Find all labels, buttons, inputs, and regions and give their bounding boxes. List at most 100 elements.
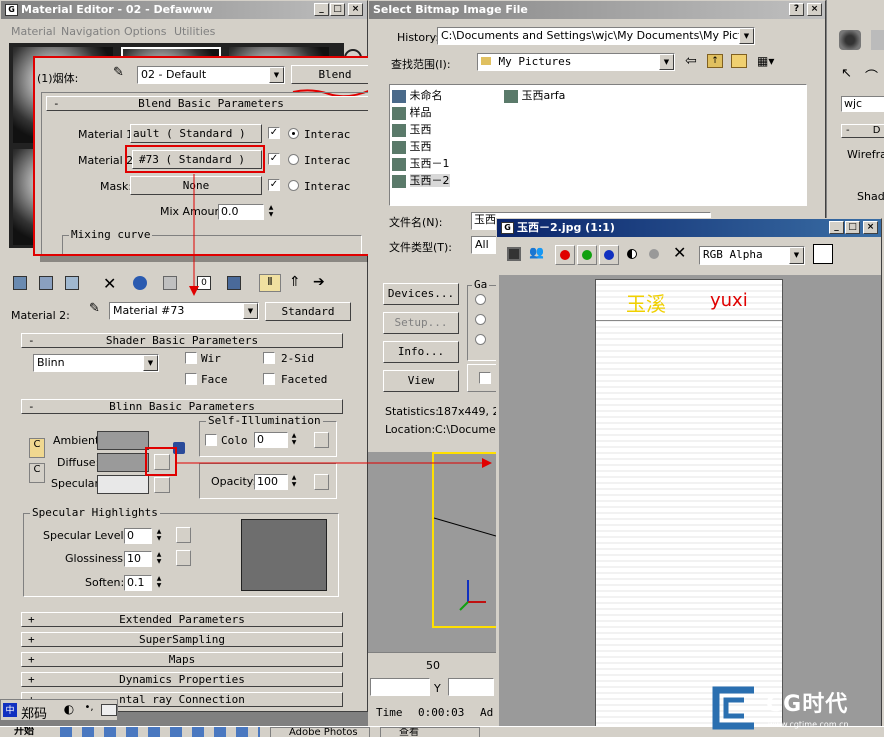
modify-tab-icon[interactable]: ⌒ (865, 66, 878, 85)
maximize-button[interactable]: □ (330, 3, 345, 16)
blue-channel-button[interactable] (599, 245, 619, 265)
blend-type-button[interactable]: Blend (291, 65, 379, 84)
specular-color-swatch[interactable] (97, 475, 149, 494)
lock-specular-button[interactable]: C (29, 463, 45, 483)
lock-icon[interactable] (173, 442, 185, 454)
diffuse-map-button[interactable] (154, 454, 170, 470)
ambient-color-swatch[interactable] (97, 431, 149, 450)
specular-level-spinner[interactable]: ▲ ▼ (154, 528, 164, 544)
opacity-map-button[interactable] (314, 474, 329, 490)
material-editor-icon[interactable] (839, 30, 861, 50)
two-sided-checkbox[interactable] (263, 352, 275, 364)
material1-enable-checkbox[interactable]: ✓ (268, 127, 280, 139)
gamma-radio-1[interactable] (475, 294, 486, 305)
list-item-selected[interactable]: 玉西－2 (392, 172, 450, 188)
glossiness-spinner[interactable]: ▲ ▼ (154, 551, 164, 567)
half-width-icon[interactable]: ◐ (61, 702, 77, 718)
panel-rollout-header[interactable]: - D (841, 124, 884, 138)
soften-input[interactable]: 0.1 (124, 575, 152, 591)
close-button[interactable]: × (863, 221, 878, 234)
minimize-button[interactable]: _ (829, 221, 844, 234)
go-forward-sibling-icon[interactable]: ➔ (313, 274, 325, 290)
blend-rollout-header[interactable]: - Blend Basic Parameters (46, 96, 376, 111)
view-menu-icon[interactable]: ▦▾ (757, 54, 774, 68)
material2-enable-checkbox[interactable]: ✓ (268, 153, 280, 165)
ime-icon[interactable]: 中 (3, 703, 17, 717)
sub-material-name-dropdown[interactable]: Material #73 ▼ (109, 302, 259, 320)
save-icon[interactable] (507, 247, 521, 261)
viewport[interactable] (368, 452, 496, 652)
clear-icon[interactable]: ✕ (673, 243, 686, 262)
gamma-radio-2[interactable] (475, 314, 486, 325)
diffuse-color-swatch[interactable] (97, 453, 149, 472)
mix-amount-spinner[interactable]: ▲ ▼ (266, 204, 276, 220)
material2-interactive-radio[interactable] (288, 154, 299, 165)
red-channel-button[interactable] (555, 245, 575, 265)
opacity-spinner[interactable]: ▲ ▼ (289, 474, 299, 490)
color-swatch[interactable] (813, 244, 833, 264)
put-library-icon[interactable] (163, 276, 177, 290)
quick-launch-icons[interactable] (60, 727, 260, 737)
put-to-scene-icon[interactable] (39, 276, 53, 290)
self-illum-spinner[interactable]: ▲ ▼ (289, 432, 299, 448)
menu-navigation[interactable]: Navigation (61, 25, 120, 38)
assign-material-icon[interactable] (65, 276, 79, 290)
new-folder-icon[interactable] (731, 54, 747, 68)
soft-keyboard-icon[interactable] (101, 704, 117, 716)
taskbar-app-view[interactable]: 查看 (380, 727, 480, 737)
mask-button[interactable]: None (130, 176, 262, 195)
specular-level-input[interactable]: 0 (124, 528, 152, 544)
timeline[interactable]: 50 (368, 652, 496, 674)
mask-enable-checkbox[interactable]: ✓ (268, 179, 280, 191)
list-item[interactable]: 玉西 (392, 138, 432, 154)
mask-interactive-radio[interactable] (288, 180, 299, 191)
create-tab-icon[interactable]: ↖ (841, 66, 852, 81)
material1-interactive-radio[interactable] (288, 128, 299, 139)
face-map-checkbox[interactable] (185, 373, 197, 385)
lookin-dropdown[interactable]: My Pictures ▼ (477, 53, 675, 71)
self-illum-color-checkbox[interactable] (205, 434, 217, 446)
make-unique-icon[interactable] (133, 276, 147, 290)
get-material-icon[interactable] (13, 276, 27, 290)
blend-material-name-dropdown[interactable]: 02 - Default ▼ (137, 66, 285, 84)
supersampling-rollout[interactable]: + SuperSampling (21, 632, 343, 647)
channel-dropdown[interactable]: RGB Alpha ▼ (699, 246, 805, 265)
sequence-checkbox[interactable] (479, 372, 491, 384)
extended-parameters-rollout[interactable]: + Extended Parameters (21, 612, 343, 627)
back-icon[interactable]: ⇦ (685, 53, 697, 69)
punctuation-icon[interactable]: •, (81, 702, 97, 718)
material1-button[interactable]: ault ( Standard ) (130, 124, 262, 143)
clone-icon[interactable]: 👥 (529, 245, 544, 259)
maps-rollout[interactable]: + Maps (21, 652, 343, 667)
list-item[interactable]: 样品 (392, 104, 432, 120)
history-dropdown[interactable]: C:\Documents and Settings\wjc\My Documen… (437, 27, 755, 45)
up-folder-icon[interactable]: ↑ (707, 54, 723, 68)
pick-material-icon[interactable]: ✎ (113, 65, 124, 80)
mono-icon[interactable] (649, 249, 659, 259)
object-name-field[interactable]: wjc (841, 96, 884, 112)
devices-button[interactable]: Devices... (383, 283, 459, 305)
maximize-button[interactable]: □ (845, 221, 860, 234)
view-button[interactable]: View (383, 370, 459, 392)
blinn-rollout-header[interactable]: - Blinn Basic Parameters (21, 399, 343, 414)
menu-material[interactable]: Material (11, 25, 56, 38)
menu-utilities[interactable]: Utilities (174, 25, 215, 38)
effects-channel-icon[interactable]: 0 (197, 276, 211, 290)
material-type-button[interactable]: Standard (265, 302, 351, 321)
self-illum-map-button[interactable] (314, 432, 329, 448)
render-icon[interactable] (871, 30, 884, 50)
gamma-radio-3[interactable] (475, 334, 486, 345)
start-button[interactable]: 开始 (0, 727, 44, 737)
opacity-input[interactable]: 100 (254, 474, 288, 490)
green-channel-button[interactable] (577, 245, 597, 265)
status-field[interactable] (370, 678, 430, 696)
ime-name[interactable]: 郑码 (21, 703, 47, 722)
close-button[interactable]: × (807, 3, 822, 16)
self-illum-input[interactable]: 0 (254, 432, 288, 448)
soften-spinner[interactable]: ▲ ▼ (154, 575, 164, 591)
y-coordinate-field[interactable] (448, 678, 494, 696)
setup-button[interactable]: Setup... (383, 312, 459, 334)
help-button[interactable]: ? (789, 3, 804, 16)
info-button[interactable]: Info... (383, 341, 459, 363)
pick-material-icon[interactable]: ✎ (89, 301, 100, 316)
